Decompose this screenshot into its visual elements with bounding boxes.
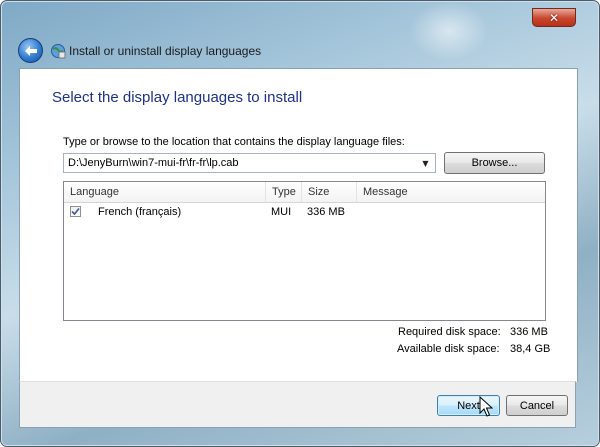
column-header-type[interactable]: Type [266,182,302,202]
column-header-language[interactable]: Language [64,182,266,202]
title-bar: Install or uninstall display languages [10,34,580,68]
page-heading: Select the display languages to install [52,89,303,106]
cancel-button[interactable]: Cancel [506,395,568,416]
list-item[interactable]: French (français) MUI 336 MB [64,203,545,222]
available-space-label: Available disk space: [397,343,500,355]
language-size: 336 MB [307,206,345,218]
language-list[interactable]: Language Type Size Message French (franç… [63,181,546,321]
browse-button[interactable]: Browse... [444,152,545,174]
language-globe-icon [51,44,66,59]
language-checkbox[interactable] [70,206,81,217]
window-title: Install or uninstall display languages [69,44,262,58]
required-space-value: 336 MB [510,326,548,338]
path-combobox[interactable]: D:\JenyBurn\win7-mui-fr\fr-fr\lp.cab ▼ [63,153,436,173]
list-header: Language Type Size Message [64,182,545,203]
chevron-down-icon[interactable]: ▼ [418,156,433,170]
column-header-message[interactable]: Message [357,182,545,202]
main-content: Select the display languages to install … [19,68,578,382]
back-button[interactable] [18,38,43,63]
close-button[interactable]: ✕ [532,8,576,27]
close-icon: ✕ [548,10,560,25]
required-space-label: Required disk space: [398,326,501,338]
checkmark-icon [71,207,80,216]
mouse-pointer-icon [479,396,493,417]
path-value[interactable]: D:\JenyBurn\win7-mui-fr\fr-fr\lp.cab [68,157,239,169]
language-name: French (français) [98,206,182,218]
language-type: MUI [271,206,292,218]
available-space-value: 38,4 GB [510,343,551,355]
path-label: Type or browse to the location that cont… [63,136,405,148]
back-arrow-icon [24,45,37,56]
column-header-size[interactable]: Size [302,182,357,202]
